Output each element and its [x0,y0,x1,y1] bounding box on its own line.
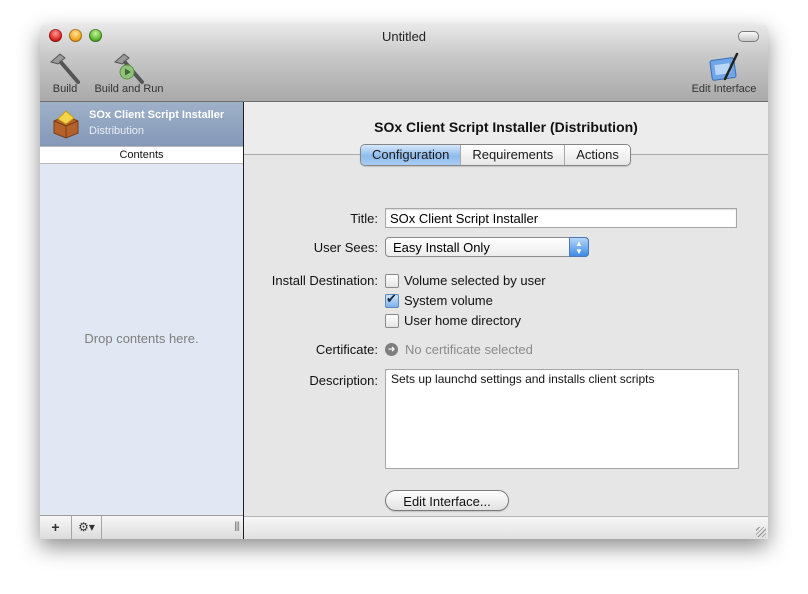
app-window: Untitled Build Build and Run Edit Interf… [40,25,768,539]
title-field[interactable]: SOx Client Script Installer [385,208,737,228]
toolbar-toggle-button[interactable] [738,31,759,42]
tab-actions[interactable]: Actions [565,145,630,165]
add-button[interactable]: + [40,516,72,539]
package-icon [52,109,80,139]
main-footer [244,516,768,539]
destination-system-volume-checkbox[interactable]: System volume [385,291,493,308]
user-sees-label: User Sees: [313,240,378,255]
sidebar-item-title: SOx Client Script Installer [89,109,225,121]
title-label: Title: [350,211,378,226]
certificate-label: Certificate: [315,342,378,357]
sidebar-footer: + ⚙▾ ||| [40,515,243,539]
main-panel: SOx Client Script Installer (Distributio… [244,102,768,539]
contents-header: Contents [40,146,243,164]
sidebar-item-subtitle: Distribution [89,125,145,137]
hammer-icon [48,51,82,85]
split-view-grip[interactable]: ||| [234,521,240,532]
certificate-selector[interactable]: ➜ No certificate selected [385,342,533,357]
checkbox-unchecked-icon [385,273,399,288]
edit-interface-toolbar-button[interactable]: Edit Interface [684,51,764,95]
tab-requirements[interactable]: Requirements [461,145,566,165]
user-sees-popup[interactable]: Easy Install Only ▲ ▼ [385,237,589,257]
drop-placeholder: Drop contents here. [84,331,199,346]
certificate-value: No certificate selected [405,342,533,357]
destination-home-directory-checkbox[interactable]: User home directory [385,313,521,328]
checkbox-checked-icon [385,291,399,308]
hammer-play-icon [112,51,146,85]
destination-volume-selected-checkbox[interactable]: Volume selected by user [385,273,546,288]
install-destination-label: Install Destination: [271,273,378,288]
build-button[interactable]: Build [48,51,82,95]
title-bar: Untitled Build Build and Run Edit Interf… [40,25,768,102]
description-label: Description: [309,373,378,388]
checkbox-label: User home directory [404,313,522,328]
checkbox-label: System volume [404,293,493,308]
gear-menu-button[interactable]: ⚙▾ [72,516,102,539]
page-title: SOx Client Script Installer (Distributio… [374,119,638,135]
interface-builder-icon [707,51,741,85]
tab-configuration[interactable]: Configuration [361,145,462,165]
tab-bar: Configuration Requirements Actions [360,144,631,166]
description-textarea[interactable]: Sets up launchd settings and installs cl… [385,369,739,469]
edit-interface-button[interactable]: Edit Interface... [385,490,509,511]
resize-grip-icon[interactable] [756,527,766,537]
checkbox-unchecked-icon [385,313,399,328]
popup-arrows-icon: ▲ ▼ [569,237,589,257]
user-sees-value: Easy Install Only [393,240,490,255]
window-title: Untitled [381,29,427,44]
sidebar: SOx Client Script Installer Distribution… [40,102,244,539]
build-and-run-button[interactable]: Build and Run [90,51,168,95]
sidebar-item-distribution[interactable]: SOx Client Script Installer Distribution [40,102,243,146]
arrow-right-circle-icon[interactable]: ➜ [385,343,398,356]
checkbox-label: Volume selected by user [404,273,546,288]
